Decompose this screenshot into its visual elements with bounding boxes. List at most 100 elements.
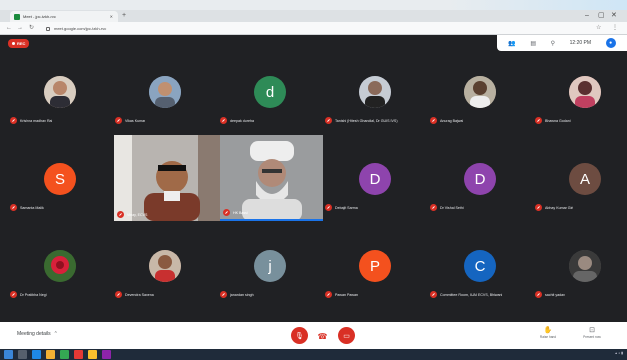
url-field[interactable]: meet.google.com/jpc-tzkh-rvc xyxy=(46,24,586,33)
meeting-clock: 12:20 PM xyxy=(569,40,592,46)
video-tile[interactable]: HK Bassi xyxy=(220,135,323,221)
search-icon[interactable] xyxy=(18,350,27,359)
participant-name: Krishna madhav Rai xyxy=(20,118,53,123)
participant-name: Samanta Malik xyxy=(20,205,44,210)
app-icon[interactable] xyxy=(74,350,83,359)
chat-icon[interactable]: ▤ xyxy=(530,40,536,47)
participant-tile[interactable]: C Committee Room, IUAI ECVS, Bhiwani xyxy=(428,244,532,302)
participant-tile[interactable]: Devendra Saxena xyxy=(113,244,217,302)
meeting-details-label: Meeting details xyxy=(17,331,51,337)
participant-tile[interactable]: Bhawna Godani xyxy=(533,70,627,128)
mic-off-icon xyxy=(325,117,332,124)
participant-tile[interactable]: Anurag Bajwai xyxy=(428,70,532,128)
menu-dots-icon[interactable]: ⋮ xyxy=(612,24,618,31)
participant-name: Devendra Saxena xyxy=(125,292,154,297)
mic-off-icon xyxy=(535,291,542,298)
meeting-details-button[interactable]: Meeting details ⌃ xyxy=(17,331,58,337)
mic-off-icon xyxy=(10,291,17,298)
lock-icon xyxy=(46,26,50,31)
participant-photo xyxy=(149,76,181,108)
participant-tile[interactable]: d deepak dureha xyxy=(218,70,322,128)
browser-tab[interactable]: Meet - jpc-tzkh-rvc ✕ xyxy=(10,11,118,22)
forward-icon[interactable]: → xyxy=(17,24,23,32)
person-icon xyxy=(569,76,601,108)
participant-photo xyxy=(464,76,496,108)
mic-off-icon xyxy=(430,204,437,211)
flower-icon xyxy=(44,250,76,282)
browser-tab-bar: Meet - jpc-tzkh-rvc ✕ + – ▢ ✕ xyxy=(0,10,627,22)
mic-off-icon xyxy=(115,117,122,124)
recording-badge: REC xyxy=(8,39,30,48)
participant-tile[interactable]: Krishna madhav Rai xyxy=(8,70,112,128)
participant-photo xyxy=(569,76,601,108)
folder-icon[interactable] xyxy=(46,350,55,359)
recording-label: REC xyxy=(17,41,26,46)
participant-name: Committee Room, IUAI ECVS, Bhiwani xyxy=(440,292,503,297)
participant-tile[interactable]: Dr Pratibha Negi xyxy=(8,244,112,302)
participant-tile[interactable]: sachit yadav xyxy=(533,244,627,302)
meet-stage: REC 👥 ▤ ⚲ 12:20 PM ● Krishna madhav Rai … xyxy=(0,35,627,322)
camera-toggle-button[interactable]: ▭ xyxy=(338,327,355,344)
maximize-icon[interactable]: ▢ xyxy=(598,11,605,21)
participant-name: Vikas Kumar xyxy=(125,118,146,123)
participant-tile[interactable]: D Debajit Sarma xyxy=(323,157,427,215)
participant-photo xyxy=(149,250,181,282)
chevron-up-icon: ⌃ xyxy=(53,331,58,337)
minimize-icon[interactable]: – xyxy=(585,11,589,21)
new-tab-icon[interactable]: + xyxy=(122,12,126,20)
participants-icon[interactable]: 👥 xyxy=(508,40,515,47)
participant-photo xyxy=(569,250,601,282)
mic-off-icon xyxy=(10,204,17,211)
video-tile[interactable]: Vinay, ECVS xyxy=(114,135,220,221)
mic-off-icon xyxy=(325,291,332,298)
mic-off-icon: 🎙 xyxy=(295,332,304,340)
participant-name: Dr Pratibha Negi xyxy=(20,292,47,297)
os-taskbar: ▴ ◖ ▮ xyxy=(0,349,627,360)
participant-tile[interactable]: D Dr Vishal Sethi xyxy=(428,157,532,215)
browser-icon[interactable] xyxy=(32,350,41,359)
star-icon[interactable]: ☆ xyxy=(596,24,601,31)
mic-off-icon xyxy=(220,117,227,124)
participant-initial-avatar: d xyxy=(254,76,286,108)
system-tray[interactable]: ▴ ◖ ▮ xyxy=(615,351,623,355)
mic-off-icon xyxy=(115,291,122,298)
participant-tile[interactable]: A Abhay Kumar Giri xyxy=(533,157,627,215)
tab-close-icon[interactable]: ✕ xyxy=(110,14,114,19)
participant-tile[interactable]: Tanishi (Hitesh Ghandial, Dr GUIS IVS) xyxy=(323,70,427,128)
chrome-icon[interactable] xyxy=(60,350,69,359)
mic-off-icon xyxy=(10,117,17,124)
participant-name: HK Bassi xyxy=(233,210,248,215)
account-avatar[interactable]: ● xyxy=(605,38,616,48)
participant-name: Tanishi (Hitesh Ghandial, Dr GUIS IVS) xyxy=(335,118,398,123)
mic-off-icon xyxy=(325,204,332,211)
start-icon[interactable] xyxy=(4,350,13,359)
participant-initial-avatar: S xyxy=(44,163,76,195)
mic-off-icon xyxy=(535,204,542,211)
microphone-toggle-button[interactable]: 🎙 xyxy=(291,327,308,344)
present-now-button[interactable]: ⊡ Present now xyxy=(577,326,607,339)
person-icon xyxy=(359,76,391,108)
close-window-icon[interactable]: ✕ xyxy=(611,11,617,21)
participant-tile[interactable]: P Pawan Pawan xyxy=(323,244,427,302)
top-strip xyxy=(0,0,627,10)
mic-off-icon xyxy=(117,211,124,218)
address-bar: ← → ↻ meet.google.com/jpc-tzkh-rvc ☆ ⋮ xyxy=(0,22,627,35)
participant-tile[interactable]: Vikas Kumar xyxy=(113,70,217,128)
participant-tile[interactable]: j janardan singh xyxy=(218,244,322,302)
participant-name: deepak dureha xyxy=(230,118,254,123)
activities-icon[interactable]: ⚲ xyxy=(551,40,555,47)
mic-off-icon xyxy=(430,117,437,124)
meet-control-bar: Meeting details ⌃ 🎙 ☎ ▭ ✋ Raise hand ⊡ P… xyxy=(0,322,627,349)
hand-icon: ✋ xyxy=(543,327,553,334)
participant-tile[interactable]: S Samanta Malik xyxy=(8,157,112,215)
participant-initial-avatar: P xyxy=(359,250,391,282)
back-icon[interactable]: ← xyxy=(6,24,12,32)
person-icon xyxy=(149,250,181,282)
hang-up-icon: ☎ xyxy=(317,332,328,341)
app-icon[interactable] xyxy=(88,350,97,359)
app-icon[interactable] xyxy=(102,350,111,359)
leave-call-button[interactable]: ☎ xyxy=(314,328,331,345)
reload-icon[interactable]: ↻ xyxy=(29,24,34,32)
participant-initial-avatar: D xyxy=(464,163,496,195)
raise-hand-button[interactable]: ✋ Raise hand xyxy=(533,326,563,339)
